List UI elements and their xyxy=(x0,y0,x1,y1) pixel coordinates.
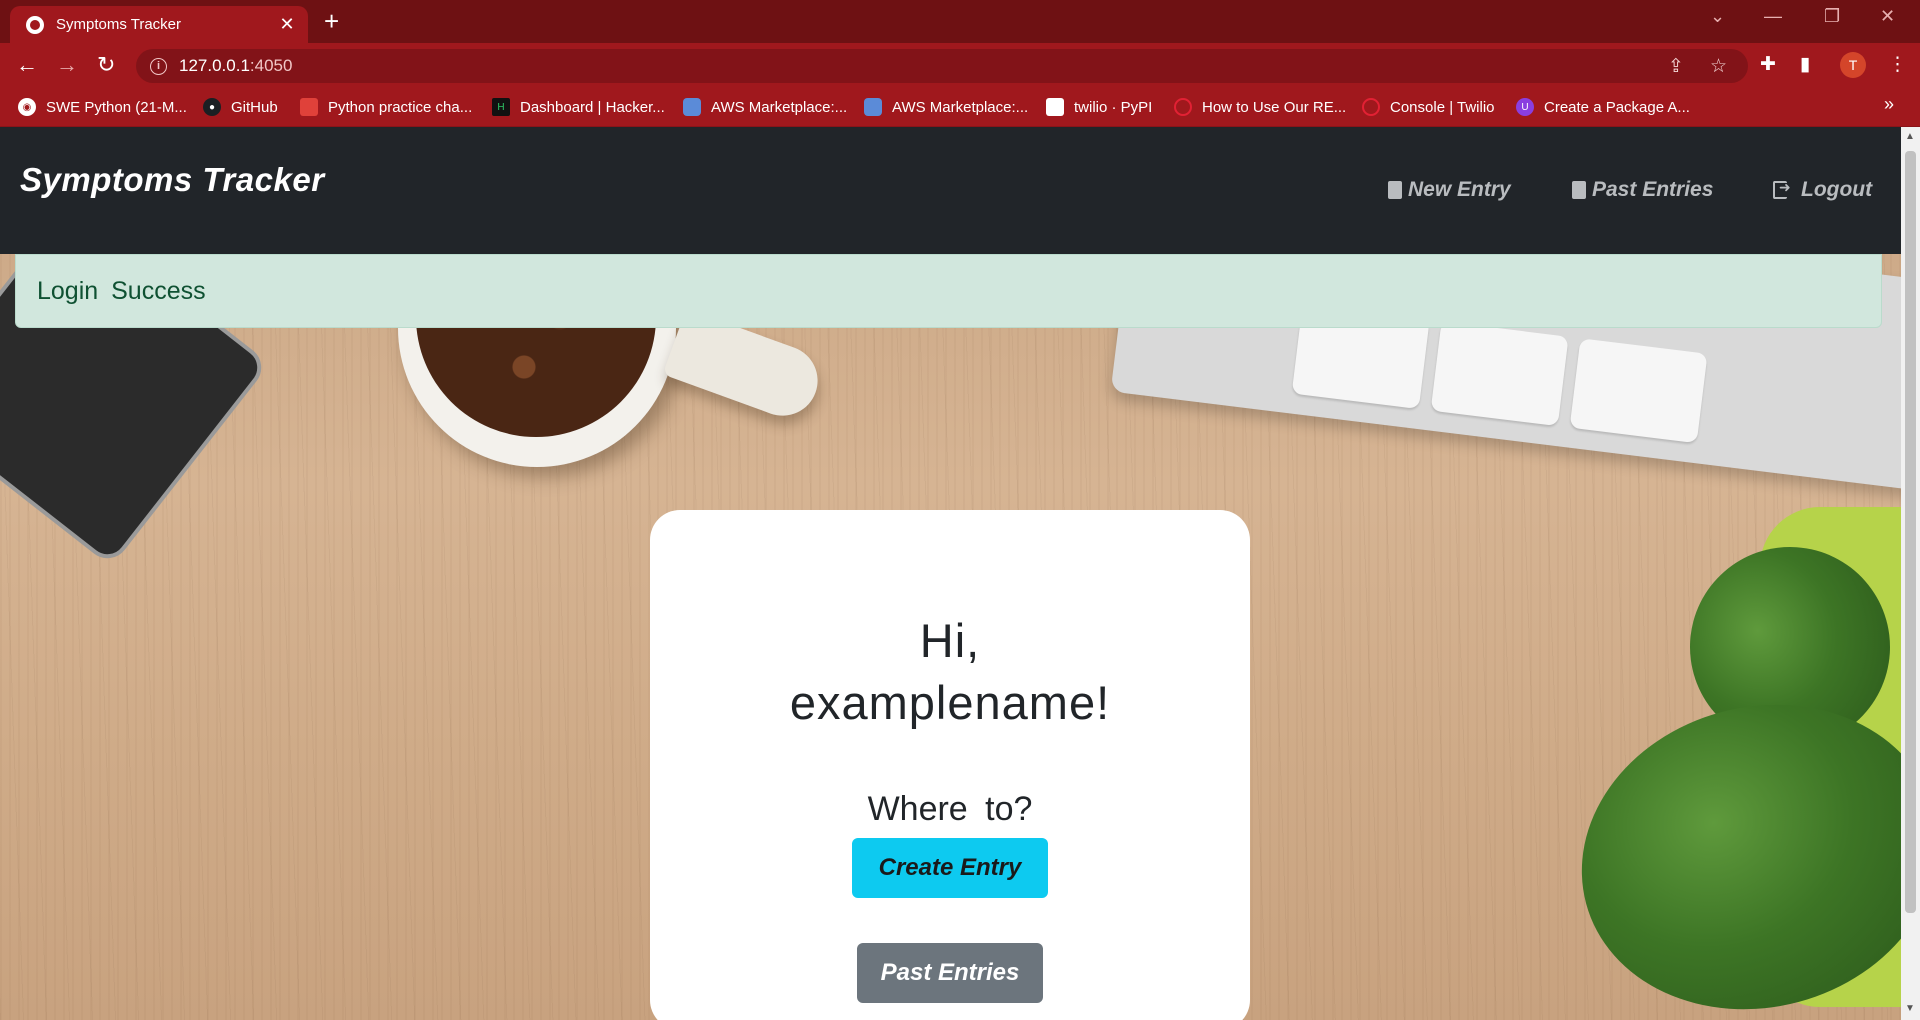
file-plus-icon xyxy=(1388,181,1402,199)
tab-close-icon[interactable]: ✕ xyxy=(276,14,298,35)
where-to-prompt: Where to? xyxy=(867,790,1033,828)
nav-logout[interactable]: Logout xyxy=(1773,178,1872,202)
twilio-icon xyxy=(1362,98,1380,116)
create-entry-button[interactable]: Create Entry xyxy=(852,838,1048,898)
back-arrow-icon[interactable]: ← xyxy=(16,52,38,78)
welcome-card: Hi, examplename! Where to? Create Entry … xyxy=(650,510,1250,1020)
reload-icon[interactable]: ↻ xyxy=(97,52,115,78)
book-icon xyxy=(1572,181,1586,199)
app-brand[interactable]: Symptoms Tracker xyxy=(20,161,325,199)
bookmark-item[interactable]: H Dashboard | Hacker... xyxy=(492,96,665,118)
hackerrank-icon: H xyxy=(492,98,510,116)
bookmark-item[interactable]: AWS Marketplace:... xyxy=(864,96,1028,118)
bookmark-item[interactable]: twilio · PyPI xyxy=(1046,96,1152,118)
bookmark-label: Create a Package A... xyxy=(1544,98,1690,116)
bookmark-star-icon[interactable]: ☆ xyxy=(1710,55,1727,78)
minimize-button[interactable]: — xyxy=(1764,6,1782,27)
github-icon: ● xyxy=(203,98,221,116)
aws-icon xyxy=(864,98,882,116)
tab-title: Symptoms Tracker xyxy=(56,16,182,33)
bookmark-label: twilio · PyPI xyxy=(1074,98,1153,116)
page-viewport: Symptoms Tracker New Entry Past Entries … xyxy=(0,127,1901,1020)
bookmark-label: AWS Marketplace:... xyxy=(711,98,848,116)
globe-icon: ◉ xyxy=(18,98,36,116)
bookmark-item[interactable]: ● GitHub xyxy=(203,96,278,118)
page-scrollbar[interactable]: ▲ ▼ xyxy=(1901,127,1920,1020)
logout-icon xyxy=(1773,179,1791,199)
nav-logout-label: Logout xyxy=(1801,178,1873,201)
past-entries-button[interactable]: Past Entries xyxy=(857,943,1043,1003)
url-port: :4050 xyxy=(249,56,293,75)
pypi-icon xyxy=(1046,98,1064,116)
twilio-icon xyxy=(1174,98,1192,116)
browser-tab-bar: Symptoms Tracker ✕ + ⌄ — ❐ ✕ xyxy=(0,0,1920,43)
python-icon xyxy=(300,98,318,116)
profile-avatar[interactable]: T xyxy=(1840,52,1866,78)
nav-past-entries[interactable]: Past Entries xyxy=(1572,178,1713,202)
close-window-button[interactable]: ✕ xyxy=(1880,6,1895,27)
extensions-puzzle-icon[interactable]: ✚ xyxy=(1760,54,1776,76)
aws-icon xyxy=(683,98,701,116)
url-host: 127.0.0.1 xyxy=(179,56,250,75)
bookmark-label: GitHub xyxy=(231,98,278,116)
scroll-up-icon[interactable]: ▲ xyxy=(1905,131,1915,142)
greeting: Hi, examplename! xyxy=(650,610,1250,734)
keyboard-key xyxy=(1569,338,1708,444)
globe-icon xyxy=(26,15,44,34)
new-tab-button[interactable]: + xyxy=(324,8,339,34)
bookmark-label: How to Use Our RE... xyxy=(1202,98,1347,116)
bookmark-label: Console | Twilio xyxy=(1390,98,1495,116)
bookmark-label: SWE Python (21-M... xyxy=(46,98,187,116)
tab-search-icon[interactable]: ⌄ xyxy=(1710,6,1725,27)
scroll-down-icon[interactable]: ▼ xyxy=(1905,1003,1915,1014)
greeting-line-1: Hi, xyxy=(919,614,981,667)
bookmark-label: AWS Marketplace:... xyxy=(892,98,1029,116)
browser-toolbar: ← → ↻ i 127.0.0.1:4050 ⇪ ☆ ✚ ▮ T ⋮ xyxy=(0,43,1920,88)
url-text: 127.0.0.1:4050 xyxy=(179,56,292,76)
bookmarks-bar: ◉ SWE Python (21-M... ● GitHub Python pr… xyxy=(0,88,1920,127)
app-navbar: Symptoms Tracker New Entry Past Entries … xyxy=(0,127,1901,254)
greeting-username: examplename! xyxy=(789,676,1111,729)
menu-kebab-icon[interactable]: ⋮ xyxy=(1888,54,1907,76)
package-icon: U xyxy=(1516,98,1534,116)
restore-button[interactable]: ❐ xyxy=(1824,6,1840,27)
bookmark-item[interactable]: AWS Marketplace:... xyxy=(683,96,847,118)
bookmark-item[interactable]: Console | Twilio xyxy=(1362,96,1495,118)
bookmark-label: Dashboard | Hacker... xyxy=(520,98,665,116)
share-icon[interactable]: ⇪ xyxy=(1668,55,1684,78)
plant-leaf-image xyxy=(1547,665,1901,1020)
bookmark-item[interactable]: Python practice cha... xyxy=(300,96,472,118)
forward-arrow-icon[interactable]: → xyxy=(56,52,78,78)
scrollbar-thumb[interactable] xyxy=(1905,151,1916,913)
nav-new-entry-label: New Entry xyxy=(1408,178,1511,201)
bookmark-label: Python practice cha... xyxy=(328,98,473,116)
address-bar[interactable]: i 127.0.0.1:4050 ⇪ ☆ xyxy=(136,49,1748,83)
keyboard-key xyxy=(1430,321,1569,427)
login-success-alert: Login Success xyxy=(15,254,1882,328)
bookmarks-overflow-icon[interactable]: » xyxy=(1884,94,1894,115)
bookmark-item[interactable]: ◉ SWE Python (21-M... xyxy=(18,96,187,118)
nav-new-entry[interactable]: New Entry xyxy=(1388,178,1511,202)
site-info-icon[interactable]: i xyxy=(150,57,167,75)
bookmark-item[interactable]: U Create a Package A... xyxy=(1516,96,1690,118)
nav-past-entries-label: Past Entries xyxy=(1592,178,1714,201)
browser-tab-active[interactable]: Symptoms Tracker ✕ xyxy=(10,6,308,43)
side-panel-icon[interactable]: ▮ xyxy=(1800,54,1810,76)
bookmark-item[interactable]: How to Use Our RE... xyxy=(1174,96,1346,118)
alert-message: Login Success xyxy=(37,276,206,305)
